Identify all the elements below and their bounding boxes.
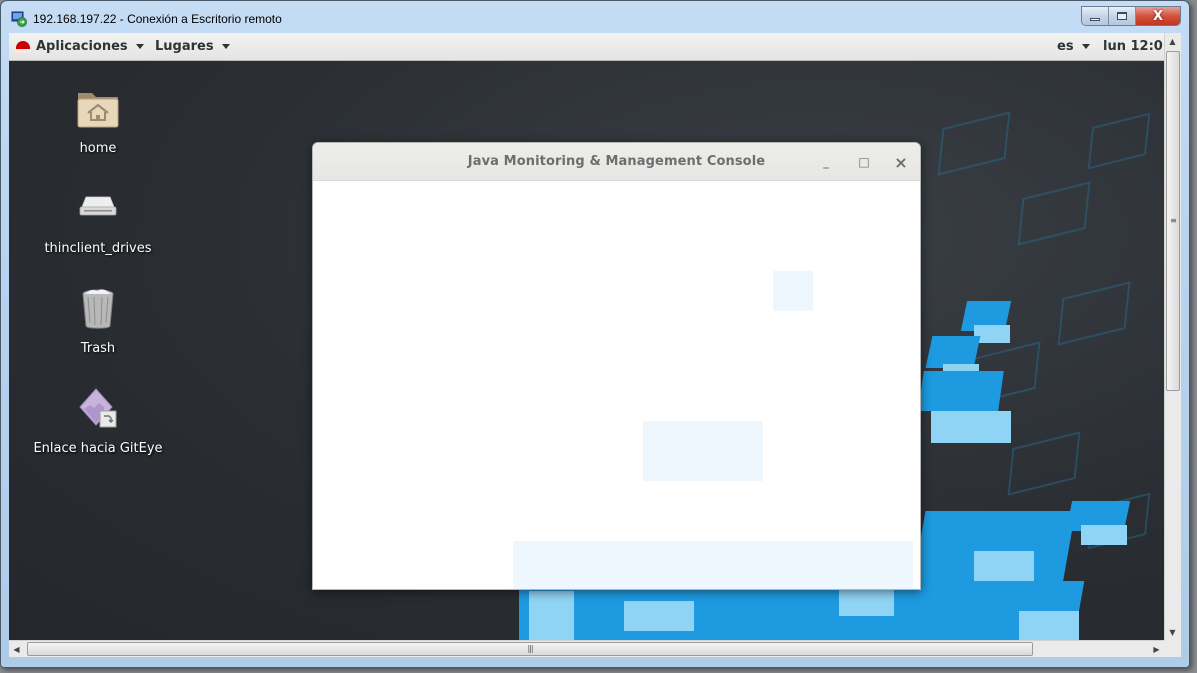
- jconsole-maximize-button[interactable]: □: [855, 153, 873, 171]
- wallpaper-pattern: [1007, 431, 1081, 496]
- scroll-left-button[interactable]: ◀: [9, 641, 24, 657]
- chevron-down-icon: [221, 44, 230, 49]
- minimize-icon: [1090, 17, 1100, 21]
- jconsole-minimize-button[interactable]: _: [817, 153, 835, 171]
- scroll-right-button[interactable]: ▶: [1149, 641, 1164, 657]
- minimize-icon: _: [823, 155, 829, 169]
- window-controls: X: [1081, 6, 1181, 26]
- desktop-icon-giteye[interactable]: Enlace hacia GitEye: [28, 385, 168, 456]
- maximize-icon: [1117, 12, 1127, 20]
- wallpaper-pattern: [1057, 281, 1131, 346]
- jconsole-titlebar[interactable]: Java Monitoring & Management Console _ □…: [313, 143, 920, 181]
- rdp-window-title: 192.168.197.22 - Conexión a Escritorio r…: [33, 12, 282, 26]
- scroll-down-button[interactable]: ▼: [1165, 624, 1180, 640]
- vertical-scrollbar[interactable]: ▲ ≡ ▼: [1164, 33, 1181, 640]
- vertical-scroll-thumb[interactable]: ≡: [1166, 51, 1180, 391]
- places-menu[interactable]: Lugares: [155, 39, 230, 54]
- desktop-icon-trash[interactable]: Trash: [28, 285, 168, 356]
- wallpaper-bleed: [513, 541, 913, 589]
- scroll-grip-icon: |||: [527, 644, 533, 653]
- close-icon: X: [1152, 8, 1164, 24]
- desktop-icon-label: home: [79, 141, 117, 156]
- chevron-down-icon: [135, 44, 144, 49]
- jconsole-content-area[interactable]: [313, 181, 920, 589]
- close-icon: ×: [894, 152, 908, 172]
- close-button[interactable]: X: [1136, 7, 1180, 25]
- language-selector[interactable]: es: [1057, 39, 1090, 54]
- maximize-button[interactable]: [1109, 7, 1136, 25]
- horizontal-scrollbar[interactable]: ◀ ||| ▶: [9, 640, 1164, 657]
- remote-session-area[interactable]: Aplicaciones Lugares es lun 12:0 home th…: [9, 33, 1164, 640]
- rdp-titlebar[interactable]: 192.168.197.22 - Conexión a Escritorio r…: [1, 1, 1189, 34]
- desktop-icon-label: Trash: [80, 341, 116, 356]
- wallpaper-bleed: [773, 271, 813, 311]
- giteye-link-icon: [79, 388, 117, 428]
- desktop-icon-label: thinclient_drives: [44, 241, 152, 256]
- trash-icon: [82, 289, 114, 329]
- applications-menu-label: Aplicaciones: [36, 39, 128, 54]
- desktop-icon-label: Enlace hacia GitEye: [33, 441, 163, 456]
- chevron-down-icon: [1081, 44, 1090, 49]
- jconsole-close-button[interactable]: ×: [892, 152, 910, 172]
- resize-grip[interactable]: [1164, 640, 1181, 657]
- wallpaper-bleed: [643, 421, 763, 481]
- wallpaper-pattern: [1017, 181, 1091, 246]
- maximize-icon: □: [858, 155, 870, 169]
- wallpaper-pattern: [1087, 112, 1151, 170]
- wallpaper-pattern: [937, 111, 1011, 176]
- applications-menu[interactable]: Aplicaciones: [15, 39, 144, 54]
- redhat-icon: [15, 40, 31, 53]
- clock-label: lun 12:0: [1103, 39, 1163, 54]
- jconsole-window: Java Monitoring & Management Console _ □…: [312, 142, 921, 590]
- gnome-top-bar: Aplicaciones Lugares es lun 12:0: [9, 33, 1164, 61]
- places-menu-label: Lugares: [155, 39, 214, 54]
- drive-icon: [79, 196, 117, 216]
- language-label: es: [1057, 39, 1074, 54]
- minimize-button[interactable]: [1082, 7, 1109, 25]
- scroll-grip-icon: ≡: [1170, 216, 1177, 225]
- remote-desktop-icon: [11, 11, 27, 27]
- horizontal-scroll-thumb[interactable]: |||: [27, 642, 1033, 656]
- desktop-icon-home[interactable]: home: [28, 85, 168, 156]
- home-folder-icon: [77, 93, 119, 128]
- scroll-up-button[interactable]: ▲: [1165, 33, 1180, 49]
- clock[interactable]: lun 12:0: [1103, 39, 1163, 54]
- desktop-icon-thinclient-drives[interactable]: thinclient_drives: [28, 185, 168, 256]
